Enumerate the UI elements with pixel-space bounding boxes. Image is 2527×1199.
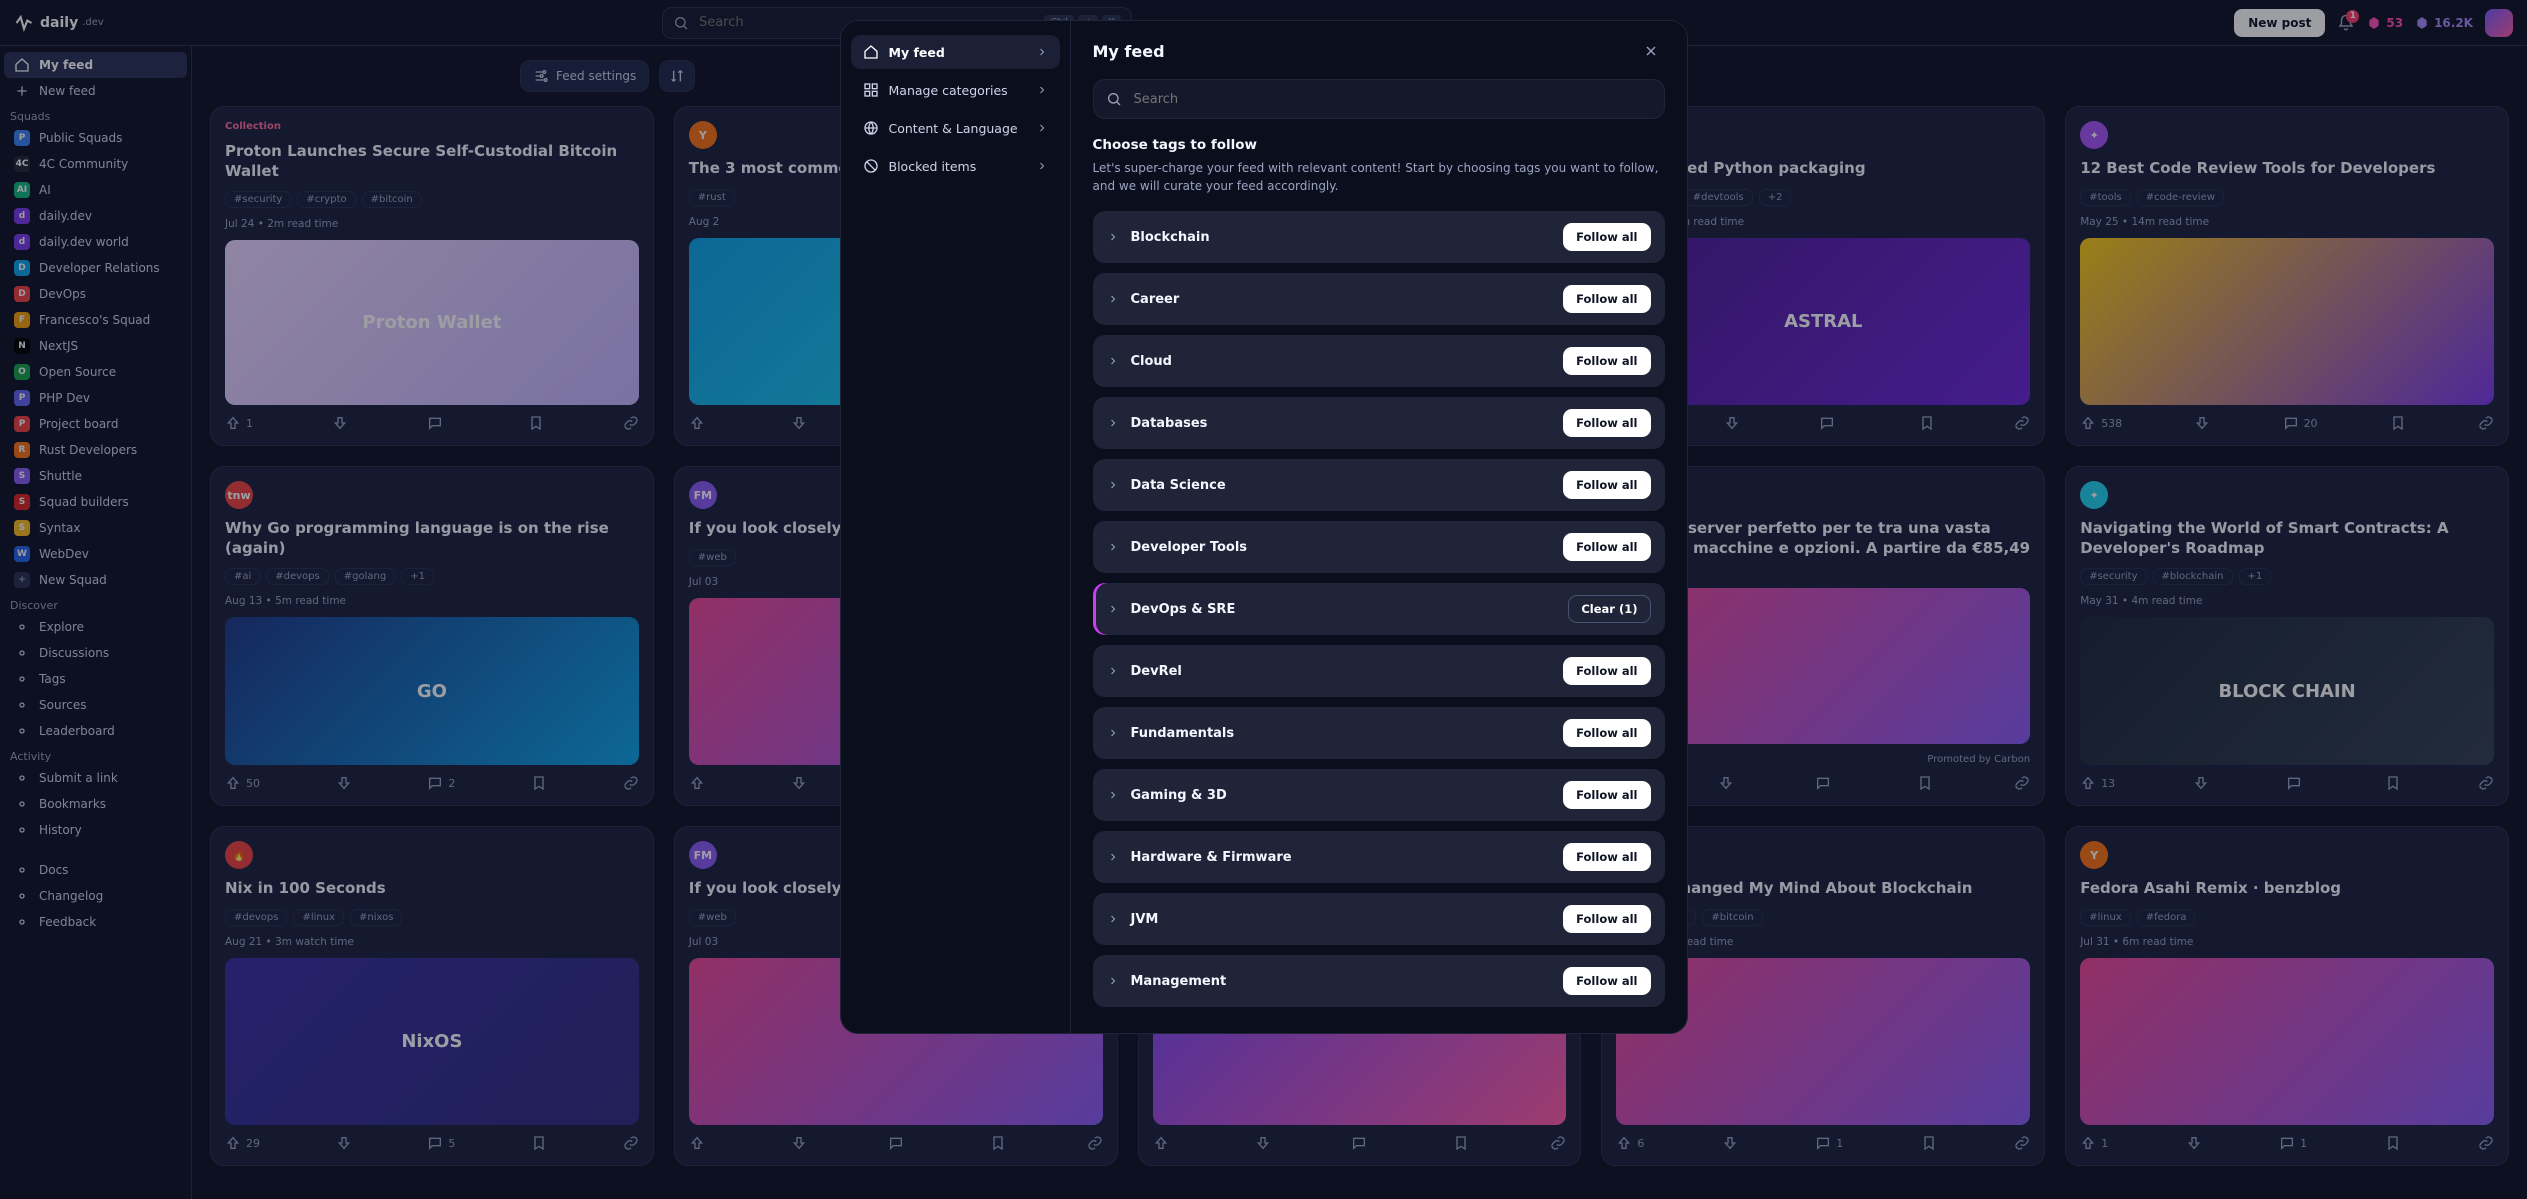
chevron-right-icon xyxy=(1107,231,1119,243)
chevron-right-icon xyxy=(1107,417,1119,429)
category-name: Databases xyxy=(1131,416,1208,431)
category-row-devrel[interactable]: DevRel Follow all xyxy=(1093,645,1665,697)
close-icon xyxy=(1643,43,1659,59)
chevron-right-icon xyxy=(1107,789,1119,801)
chevron-right-icon xyxy=(1107,541,1119,553)
category-row-fundamentals[interactable]: Fundamentals Follow all xyxy=(1093,707,1665,759)
modal-nav-content-language[interactable]: Content & Language xyxy=(851,111,1060,145)
chevron-right-icon xyxy=(1107,665,1119,677)
chevron-right-icon xyxy=(1036,160,1048,172)
category-name: JVM xyxy=(1131,912,1159,927)
follow-all-button[interactable]: Follow all xyxy=(1563,471,1650,499)
category-name: Hardware & Firmware xyxy=(1131,850,1292,865)
modal-desc: Let's super-charge your feed with releva… xyxy=(1093,159,1665,195)
modal-close-button[interactable] xyxy=(1637,37,1665,65)
category-name: Developer Tools xyxy=(1131,540,1248,555)
chevron-right-icon xyxy=(1107,293,1119,305)
chevron-right-icon xyxy=(1107,479,1119,491)
modal-title: My feed xyxy=(1093,42,1165,61)
category-row-data-science[interactable]: Data Science Follow all xyxy=(1093,459,1665,511)
follow-all-button[interactable]: Follow all xyxy=(1563,409,1650,437)
category-name: DevOps & SRE xyxy=(1131,602,1236,617)
modal-nav: My feed Manage categories Content & Langua… xyxy=(841,21,1071,1033)
chevron-right-icon xyxy=(1107,851,1119,863)
category-name: Career xyxy=(1131,292,1180,307)
follow-all-button[interactable]: Follow all xyxy=(1563,347,1650,375)
modal-search-input[interactable] xyxy=(1132,91,1652,108)
globe-icon xyxy=(863,120,879,136)
grid-icon xyxy=(863,82,879,98)
category-name: DevRel xyxy=(1131,664,1182,679)
category-name: Blockchain xyxy=(1131,230,1210,245)
follow-all-button[interactable]: Follow all xyxy=(1563,223,1650,251)
modal-nav-my-feed[interactable]: My feed xyxy=(851,35,1060,69)
category-name: Gaming & 3D xyxy=(1131,788,1227,803)
chevron-right-icon xyxy=(1107,975,1119,987)
clear-button[interactable]: Clear (1) xyxy=(1568,595,1650,623)
chevron-right-icon xyxy=(1107,913,1119,925)
chevron-right-icon xyxy=(1036,84,1048,96)
follow-all-button[interactable]: Follow all xyxy=(1563,843,1650,871)
block-icon xyxy=(863,158,879,174)
follow-all-button[interactable]: Follow all xyxy=(1563,781,1650,809)
chevron-right-icon xyxy=(1036,122,1048,134)
follow-all-button[interactable]: Follow all xyxy=(1563,905,1650,933)
chevron-right-icon xyxy=(1107,355,1119,367)
feed-settings-modal: My feed Manage categories Content & Langua… xyxy=(840,20,1688,1034)
category-row-gaming-3d[interactable]: Gaming & 3D Follow all xyxy=(1093,769,1665,821)
category-name: Data Science xyxy=(1131,478,1226,493)
modal-body: My feed Choose tags to follow Let's supe… xyxy=(1071,21,1687,1033)
modal-heading: Choose tags to follow xyxy=(1093,137,1665,153)
modal-search[interactable] xyxy=(1093,79,1665,119)
category-name: Cloud xyxy=(1131,354,1173,369)
category-row-developer-tools[interactable]: Developer Tools Follow all xyxy=(1093,521,1665,573)
category-row-blockchain[interactable]: Blockchain Follow all xyxy=(1093,211,1665,263)
category-row-management[interactable]: Management Follow all xyxy=(1093,955,1665,1007)
modal-nav-blocked-items[interactable]: Blocked items xyxy=(851,149,1060,183)
category-name: Management xyxy=(1131,974,1227,989)
follow-all-button[interactable]: Follow all xyxy=(1563,285,1650,313)
chevron-right-icon xyxy=(1107,727,1119,739)
search-icon xyxy=(1106,91,1122,107)
category-row-databases[interactable]: Databases Follow all xyxy=(1093,397,1665,449)
category-row-jvm[interactable]: JVM Follow all xyxy=(1093,893,1665,945)
home-icon xyxy=(863,44,879,60)
category-row-hardware-firmware[interactable]: Hardware & Firmware Follow all xyxy=(1093,831,1665,883)
follow-all-button[interactable]: Follow all xyxy=(1563,967,1650,995)
follow-all-button[interactable]: Follow all xyxy=(1563,657,1650,685)
follow-all-button[interactable]: Follow all xyxy=(1563,533,1650,561)
chevron-right-icon xyxy=(1107,603,1119,615)
follow-all-button[interactable]: Follow all xyxy=(1563,719,1650,747)
chevron-right-icon xyxy=(1036,46,1048,58)
category-row-cloud[interactable]: Cloud Follow all xyxy=(1093,335,1665,387)
category-name: Fundamentals xyxy=(1131,726,1235,741)
category-row-career[interactable]: Career Follow all xyxy=(1093,273,1665,325)
modal-nav-manage-categories[interactable]: Manage categories xyxy=(851,73,1060,107)
category-row-devops-sre[interactable]: DevOps & SRE Clear (1) xyxy=(1093,583,1665,635)
